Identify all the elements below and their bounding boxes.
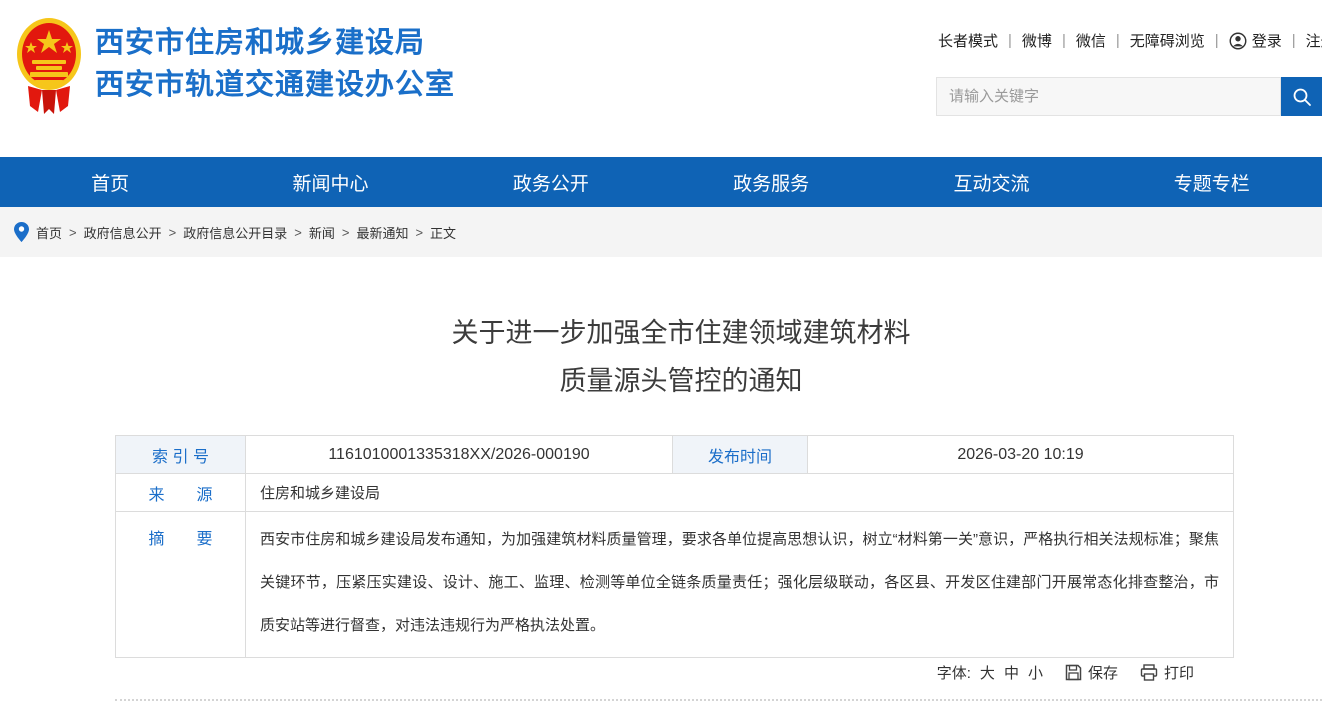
- font-size-medium-button[interactable]: 中: [1004, 662, 1019, 683]
- national-emblem-logo: [16, 16, 82, 118]
- article-meta-table: 索 引 号 1161010001335318XX/2026-000190 发布时…: [115, 435, 1234, 658]
- print-icon: [1140, 664, 1158, 681]
- breadcrumb-separator: >: [169, 225, 177, 240]
- save-button-label: 保存: [1088, 662, 1118, 683]
- font-size-large-button[interactable]: 大: [980, 662, 995, 683]
- site-title-line1: 西安市住房和城乡建设局: [95, 22, 455, 64]
- table-row-index: 索 引 号 1161010001335318XX/2026-000190 发布时…: [116, 436, 1234, 474]
- breadcrumb-news[interactable]: 新闻: [309, 223, 335, 242]
- article-title-line1: 关于进一步加强全市住建领域建筑材料: [40, 309, 1322, 357]
- nav-item-news[interactable]: 新闻中心: [220, 157, 440, 207]
- site-title-line2: 西安市轨道交通建设办公室: [95, 64, 455, 106]
- nav-item-home[interactable]: 首页: [0, 157, 220, 207]
- search-input[interactable]: [936, 77, 1281, 116]
- elder-mode-link[interactable]: 长者模式: [938, 30, 998, 51]
- breadcrumb-home[interactable]: 首页: [36, 223, 62, 242]
- source-label: 来 源: [116, 474, 246, 512]
- table-row-source: 来 源 住房和城乡建设局: [116, 474, 1234, 512]
- breadcrumb-latest-notices[interactable]: 最新通知: [356, 223, 408, 242]
- utility-separator: |: [1292, 32, 1296, 49]
- site-title: 西安市住房和城乡建设局 西安市轨道交通建设办公室: [95, 22, 455, 106]
- table-row-summary: 摘 要 西安市住房和城乡建设局发布通知，为加强建筑材料质量管理，要求各单位提高思…: [116, 512, 1234, 658]
- location-pin-icon: [14, 222, 29, 242]
- print-button-label: 打印: [1164, 662, 1194, 683]
- utility-links: 长者模式 | 微博 | 微信 | 无障碍浏览 | 登录 | 注册: [938, 30, 1322, 51]
- publish-time-label: 发布时间: [673, 436, 808, 474]
- save-icon: [1065, 664, 1082, 681]
- site-header: 西安市住房和城乡建设局 西安市轨道交通建设办公室 长者模式 | 微博 | 微信 …: [0, 0, 1322, 157]
- font-size-label: 字体:: [937, 662, 971, 683]
- breadcrumb-separator: >: [69, 225, 77, 240]
- search-button[interactable]: [1281, 77, 1322, 116]
- breadcrumb-separator: >: [415, 225, 423, 240]
- search-icon: [1292, 87, 1312, 107]
- nav-item-gov-services[interactable]: 政务服务: [661, 157, 881, 207]
- breadcrumb-gov-info-catalog[interactable]: 政府信息公开目录: [183, 223, 287, 242]
- article-title: 关于进一步加强全市住建领域建筑材料 质量源头管控的通知: [40, 309, 1322, 405]
- save-button[interactable]: 保存: [1065, 662, 1118, 683]
- source-value: 住房和城乡建设局: [246, 474, 1234, 512]
- summary-label: 摘 要: [116, 512, 246, 658]
- article-toolbar: 字体: 大 中 小 保存 打印: [937, 662, 1194, 683]
- user-icon: [1229, 32, 1247, 50]
- nav-item-interaction[interactable]: 互动交流: [881, 157, 1101, 207]
- weibo-link[interactable]: 微博: [1022, 30, 1052, 51]
- login-link[interactable]: 登录: [1252, 30, 1282, 51]
- index-number-label: 索 引 号: [116, 436, 246, 474]
- summary-value: 西安市住房和城乡建设局发布通知，为加强建筑材料质量管理，要求各单位提高思想认识，…: [246, 512, 1234, 658]
- utility-separator: |: [1008, 32, 1012, 49]
- print-button[interactable]: 打印: [1140, 662, 1194, 683]
- bottom-divider: [115, 699, 1322, 701]
- nav-item-special-topics[interactable]: 专题专栏: [1102, 157, 1322, 207]
- breadcrumb-separator: >: [342, 225, 350, 240]
- nav-item-gov-info[interactable]: 政务公开: [441, 157, 661, 207]
- publish-time-value: 2026-03-20 10:19: [808, 436, 1234, 474]
- utility-separator: |: [1215, 32, 1219, 49]
- search-bar: [936, 77, 1322, 116]
- article-title-line2: 质量源头管控的通知: [40, 357, 1322, 405]
- page: 西安市住房和城乡建设局 西安市轨道交通建设办公室 长者模式 | 微博 | 微信 …: [0, 0, 1322, 709]
- breadcrumb-separator: >: [294, 225, 302, 240]
- font-size-small-button[interactable]: 小: [1028, 662, 1043, 683]
- utility-separator: |: [1116, 32, 1120, 49]
- breadcrumb-current: 正文: [430, 223, 456, 242]
- breadcrumb: 首页 > 政府信息公开 > 政府信息公开目录 > 新闻 > 最新通知 > 正文: [0, 207, 1322, 257]
- index-number-value: 1161010001335318XX/2026-000190: [246, 436, 673, 474]
- accessibility-link[interactable]: 无障碍浏览: [1130, 30, 1205, 51]
- article-panel: 关于进一步加强全市住建领域建筑材料 质量源头管控的通知 索 引 号 116101…: [40, 257, 1322, 709]
- wechat-link[interactable]: 微信: [1076, 30, 1106, 51]
- breadcrumb-gov-info[interactable]: 政府信息公开: [84, 223, 162, 242]
- utility-separator: |: [1062, 32, 1066, 49]
- register-link[interactable]: 注册: [1306, 30, 1322, 51]
- main-nav: 首页 新闻中心 政务公开 政务服务 互动交流 专题专栏: [0, 157, 1322, 207]
